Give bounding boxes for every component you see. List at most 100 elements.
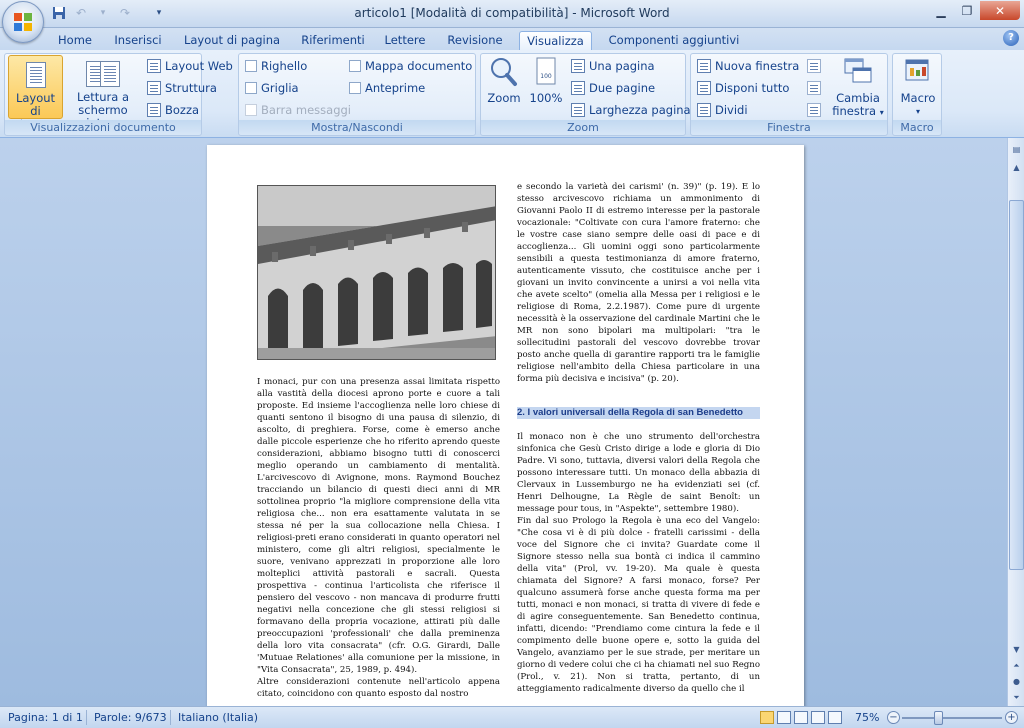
group-window: Nuova finestra Disponi tutto Dividi Camb… bbox=[690, 53, 888, 136]
minimize-icon[interactable]: ▁ bbox=[928, 1, 954, 20]
tab-references[interactable]: Riferimenti bbox=[296, 31, 370, 50]
web-layout-button[interactable]: Layout Web bbox=[147, 59, 233, 73]
ruler-toggle-icon[interactable]: ▤ bbox=[1009, 142, 1024, 157]
zoom-100-icon: 100 bbox=[531, 56, 561, 88]
chevron-down-icon: ▾ bbox=[879, 108, 884, 117]
draft-view-icon[interactable] bbox=[828, 711, 842, 724]
tab-review[interactable]: Revisione bbox=[442, 31, 508, 50]
tab-page-layout[interactable]: Layout di pagina bbox=[182, 31, 282, 50]
next-page-icon[interactable]: ⏷ bbox=[1009, 690, 1024, 705]
magnifier-icon bbox=[489, 56, 519, 88]
outline-view-icon[interactable] bbox=[811, 711, 825, 724]
page-width-label: Larghezza pagina bbox=[589, 103, 691, 117]
zoom-level[interactable]: 75% bbox=[855, 711, 879, 724]
word-count[interactable]: Parole: 9/673 bbox=[94, 711, 167, 724]
previous-page-icon[interactable]: ⏶ bbox=[1009, 658, 1024, 673]
document-map-checkbox[interactable]: Mappa documento bbox=[349, 59, 472, 73]
outline-label: Struttura bbox=[165, 81, 217, 95]
message-bar-label: Barra messaggi bbox=[261, 103, 351, 117]
office-logo-icon bbox=[14, 13, 33, 32]
zoom-slider-handle[interactable] bbox=[934, 711, 943, 725]
web-layout-view-icon[interactable] bbox=[794, 711, 808, 724]
scroll-down-icon[interactable]: ▼ bbox=[1009, 642, 1024, 657]
full-screen-view-icon[interactable] bbox=[777, 711, 791, 724]
thumbnails-check-icon bbox=[349, 82, 361, 94]
macro-chevron-down-icon: ▾ bbox=[915, 107, 920, 116]
tab-add-ins[interactable]: Componenti aggiuntivi bbox=[602, 31, 746, 50]
new-window-icon bbox=[697, 59, 711, 73]
svg-text:100: 100 bbox=[540, 73, 552, 80]
print-layout-view-icon[interactable] bbox=[760, 711, 774, 724]
one-page-button[interactable]: Una pagina bbox=[571, 59, 655, 73]
draft-label: Bozza bbox=[165, 103, 200, 117]
zoom-slider[interactable] bbox=[902, 717, 1002, 719]
paragraph: I monaci, pur con una presenza assai lim… bbox=[257, 377, 500, 675]
right-column: e secondo la varietà dei carismi' (n. 39… bbox=[517, 181, 760, 695]
page-width-button[interactable]: Larghezza pagina bbox=[571, 103, 691, 117]
group-document-views: Layout di stampa Lettura a schermo inter… bbox=[4, 53, 233, 136]
office-button[interactable] bbox=[2, 1, 44, 43]
draft-button[interactable]: Bozza bbox=[147, 103, 199, 117]
zoom-label: Zoom bbox=[487, 91, 521, 105]
new-window-label: Nuova finestra bbox=[715, 59, 800, 73]
thumbnails-checkbox[interactable]: Anteprime bbox=[349, 81, 425, 95]
switch-windows-icon bbox=[843, 56, 873, 88]
ruler-checkbox[interactable]: Righello bbox=[245, 59, 307, 73]
close-icon[interactable]: ✕ bbox=[980, 1, 1020, 20]
print-layout-button[interactable]: Layout di stampa bbox=[8, 55, 63, 131]
maximize-icon[interactable]: ❐ bbox=[954, 1, 980, 20]
zoom-in-icon[interactable]: + bbox=[1005, 711, 1018, 724]
status-bar: Pagina: 1 di 1 Parole: 9/673 Italiano (I… bbox=[0, 706, 1024, 728]
new-window-button[interactable]: Nuova finestra bbox=[697, 59, 799, 73]
paragraph: e secondo la varietà dei carismi' (n. 39… bbox=[517, 182, 760, 384]
tab-view[interactable]: Visualizza bbox=[519, 31, 592, 50]
two-pages-button[interactable]: Due pagine bbox=[571, 81, 655, 95]
one-page-label: Una pagina bbox=[589, 59, 655, 73]
zoom-out-icon[interactable]: − bbox=[887, 711, 900, 724]
group-label-document-views: Visualizzazioni documento bbox=[5, 120, 201, 135]
arrange-all-button[interactable]: Disponi tutto bbox=[697, 81, 789, 95]
document-area: I monaci, pur con una presenza assai lim… bbox=[0, 138, 1007, 706]
tab-insert[interactable]: Inserisci bbox=[110, 31, 166, 50]
document-map-check-icon bbox=[349, 60, 361, 72]
group-label-zoom: Zoom bbox=[481, 120, 685, 135]
view-side-by-side-button[interactable] bbox=[807, 59, 821, 73]
zoom-button[interactable]: Zoom bbox=[483, 56, 525, 114]
macro-button[interactable]: Macro ▾ bbox=[896, 56, 940, 118]
divider bbox=[170, 710, 171, 725]
side-by-side-icon bbox=[807, 59, 821, 73]
help-icon[interactable]: ? bbox=[1003, 30, 1019, 46]
ruler-label: Righello bbox=[261, 59, 308, 73]
paragraph: Il monaco non è che uno strumento dell'o… bbox=[517, 432, 760, 514]
gridlines-checkbox[interactable]: Griglia bbox=[245, 81, 299, 95]
full-screen-reading-button[interactable]: Lettura a schermo intero bbox=[65, 55, 141, 130]
vertical-scrollbar[interactable]: ▤ ▲ ▼ ⏶ ● ⏷ bbox=[1007, 138, 1024, 706]
outline-button[interactable]: Struttura bbox=[147, 81, 217, 95]
split-label: Dividi bbox=[715, 103, 748, 117]
left-column: I monaci, pur con una presenza assai lim… bbox=[257, 376, 500, 700]
two-pages-icon bbox=[571, 81, 585, 95]
switch-windows-button[interactable]: Cambia finestra ▾ bbox=[831, 56, 885, 118]
group-label-window: Finestra bbox=[691, 120, 887, 135]
split-icon bbox=[697, 103, 711, 117]
tab-home[interactable]: Home bbox=[55, 31, 95, 50]
reset-window-position-button[interactable] bbox=[807, 103, 821, 117]
page-count[interactable]: Pagina: 1 di 1 bbox=[8, 711, 83, 724]
macro-label: Macro bbox=[900, 91, 936, 105]
two-pages-label: Due pagine bbox=[589, 81, 656, 95]
zoom-100-label: 100% bbox=[529, 91, 563, 105]
tab-mailings[interactable]: Lettere bbox=[382, 31, 428, 50]
scrollbar-thumb[interactable] bbox=[1009, 200, 1024, 570]
scroll-up-icon[interactable]: ▲ bbox=[1009, 160, 1024, 175]
ruler-check-icon bbox=[245, 60, 257, 72]
switch-windows-label-2-text: finestra bbox=[832, 104, 877, 118]
zoom-100-button[interactable]: 100 100% bbox=[527, 56, 565, 114]
section-heading: 2. I valori universali della Regola di s… bbox=[517, 407, 760, 419]
window-title: articolo1 [Modalità di compatibilità] - … bbox=[354, 6, 670, 20]
split-button[interactable]: Dividi bbox=[697, 103, 748, 117]
browse-object-icon[interactable]: ● bbox=[1009, 674, 1024, 689]
document-page[interactable]: I monaci, pur con una presenza assai lim… bbox=[207, 145, 804, 706]
synchronous-scrolling-button[interactable] bbox=[807, 81, 821, 95]
ribbon: Layout di stampa Lettura a schermo inter… bbox=[0, 50, 1024, 138]
language[interactable]: Italiano (Italia) bbox=[178, 711, 258, 724]
